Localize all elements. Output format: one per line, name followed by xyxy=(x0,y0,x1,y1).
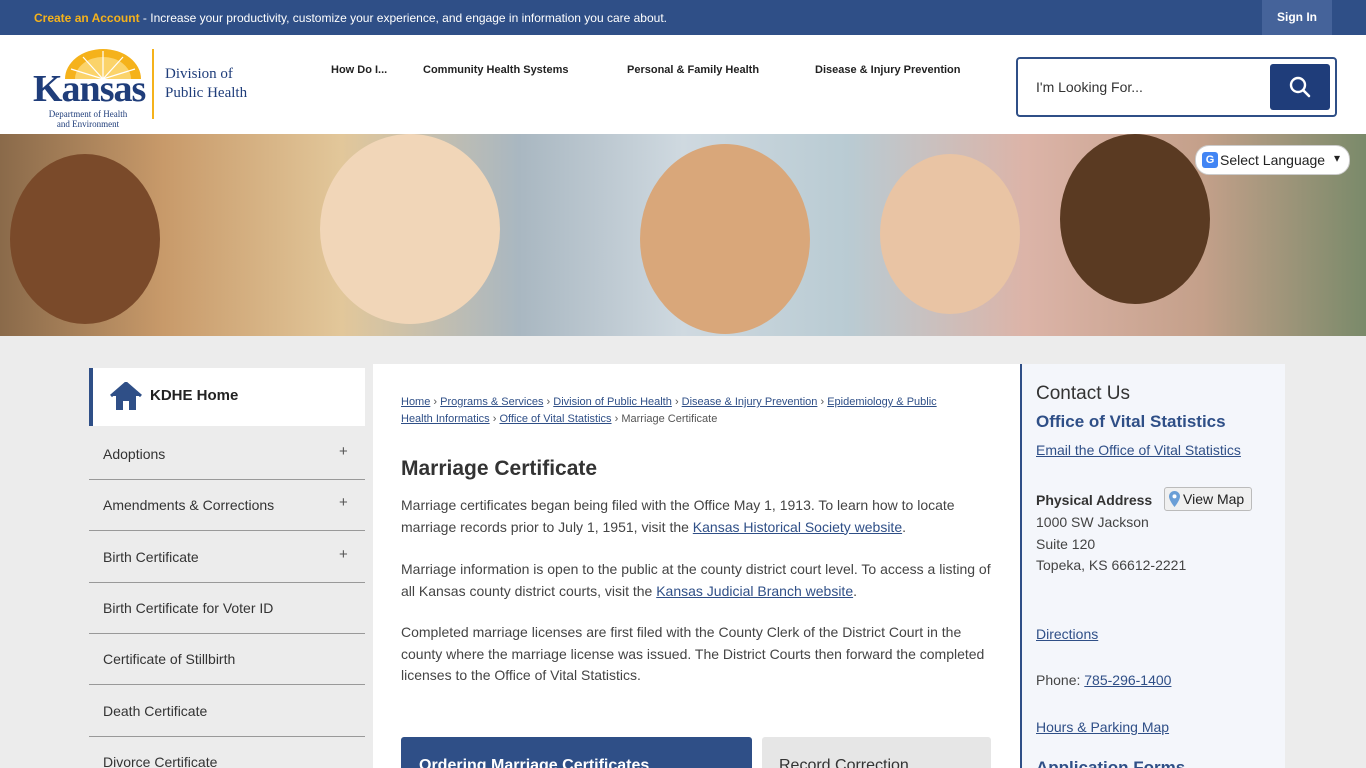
address-line2: Suite 120 xyxy=(1036,536,1096,552)
language-selector-label: Select Language xyxy=(1220,152,1326,168)
breadcrumb-home[interactable]: Home xyxy=(401,396,430,408)
paragraph-public-access: Marriage information is open to the publ… xyxy=(401,559,996,602)
nav-community-health-systems[interactable]: Community Health Systems xyxy=(423,64,568,76)
map-pin-icon xyxy=(1169,491,1180,507)
breadcrumb-separator: › xyxy=(433,396,438,408)
application-forms-heading: Application Forms xyxy=(1036,758,1186,768)
sidebar-item-kdhe-home[interactable]: KDHE Home xyxy=(89,368,365,426)
phone-line: Phone: 785-296-1400 xyxy=(1036,672,1171,688)
hero-child-4 xyxy=(880,154,1020,314)
phone-label: Phone: xyxy=(1036,672,1085,688)
tab-record-correction[interactable]: Record Correction xyxy=(762,737,991,768)
language-selector[interactable]: G Select Language ▾ xyxy=(1195,145,1350,175)
breadcrumb: Home › Programs & Services › Division of… xyxy=(401,394,961,428)
sidebar-item-birth-certificate-voter-id[interactable]: Birth Certificate for Voter ID xyxy=(89,583,365,634)
physical-address-label: Physical Address xyxy=(1036,492,1153,508)
search-button[interactable] xyxy=(1270,64,1330,110)
email-office-link[interactable]: Email the Office of Vital Statistics xyxy=(1036,442,1241,458)
sidebar-item-birth-certificate[interactable]: Birth Certificate + xyxy=(89,532,365,583)
sidebar-item-label: Divorce Certificate xyxy=(103,754,218,768)
breadcrumb-office-vital-statistics[interactable]: Office of Vital Statistics xyxy=(499,413,611,425)
site-header: Kansas Department of Health and Environm… xyxy=(0,35,1366,134)
sidebar-item-label: Birth Certificate xyxy=(103,549,199,565)
nav-personal-family-health[interactable]: Personal & Family Health xyxy=(627,64,759,76)
tab-label: Ordering Marriage Certificates xyxy=(419,757,650,768)
nav-how-do-i[interactable]: How Do I... xyxy=(331,64,387,76)
create-account-link[interactable]: Create an Account xyxy=(34,11,140,25)
kdhe-logo[interactable]: Kansas Department of Health and Environm… xyxy=(33,47,263,129)
address-line1: 1000 SW Jackson xyxy=(1036,514,1149,530)
main-content: Home › Programs & Services › Division of… xyxy=(373,364,1020,768)
search-box xyxy=(1016,57,1337,117)
tab-label: Record Correction xyxy=(779,757,909,768)
chevron-down-icon: ▾ xyxy=(1334,151,1341,165)
sidebar-item-divorce-certificate[interactable]: Divorce Certificate xyxy=(89,737,365,768)
breadcrumb-division-public-health[interactable]: Division of Public Health xyxy=(553,396,672,408)
paragraph-history: Marriage certificates began being filed … xyxy=(401,495,996,538)
breadcrumb-separator: › xyxy=(614,413,619,425)
sidebar-item-label: Certificate of Stillbirth xyxy=(103,651,236,667)
sidebar-item-label: Amendments & Corrections xyxy=(103,497,275,513)
logo-department: Department of Health and Environment xyxy=(48,109,128,129)
sidebar-item-certificate-of-stillbirth[interactable]: Certificate of Stillbirth xyxy=(89,634,365,685)
sidebar-item-adoptions[interactable]: Adoptions + xyxy=(89,429,365,480)
hours-parking-map-link[interactable]: Hours & Parking Map xyxy=(1036,719,1169,735)
view-map-button[interactable]: View Map xyxy=(1164,487,1252,511)
google-translate-icon: G xyxy=(1202,152,1218,168)
hero-child-2 xyxy=(320,134,500,324)
contact-org-name: Office of Vital Statistics xyxy=(1036,412,1226,431)
top-account-bar: Create an Account - Increase your produc… xyxy=(0,0,1366,35)
breadcrumb-separator: › xyxy=(820,396,825,408)
page-title: Marriage Certificate xyxy=(401,457,598,480)
hero-banner-image xyxy=(0,134,1366,336)
expand-icon[interactable]: + xyxy=(339,546,348,563)
breadcrumb-separator: › xyxy=(674,396,679,408)
nav-disease-injury-prevention[interactable]: Disease & Injury Prevention xyxy=(815,64,961,76)
address-line3: Topeka, KS 66612-2221 xyxy=(1036,557,1187,573)
paragraph-filing: Completed marriage licenses are first fi… xyxy=(401,624,985,683)
contact-panel: Contact Us Office of Vital Statistics Em… xyxy=(1020,364,1285,768)
hero-child-5 xyxy=(1060,134,1210,304)
sidebar-item-label: Death Certificate xyxy=(103,703,208,719)
hero-child-1 xyxy=(10,154,160,324)
logo-divider xyxy=(152,49,154,119)
home-icon xyxy=(110,382,142,410)
expand-icon[interactable]: + xyxy=(339,443,348,460)
directions-link[interactable]: Directions xyxy=(1036,626,1098,642)
phone-link[interactable]: 785-296-1400 xyxy=(1084,672,1171,688)
logo-state-name: Kansas xyxy=(33,68,146,110)
paragraph-end: . xyxy=(853,582,857,599)
search-input[interactable] xyxy=(1036,73,1266,101)
kansas-historical-society-link[interactable]: Kansas Historical Society website xyxy=(693,519,902,535)
breadcrumb-separator: › xyxy=(546,396,551,408)
breadcrumb-disease-injury-prevention[interactable]: Disease & Injury Prevention xyxy=(682,396,818,408)
tab-ordering-marriage-certificates[interactable]: Ordering Marriage Certificates xyxy=(401,737,752,768)
search-icon xyxy=(1289,76,1311,98)
sidebar-item-death-certificate[interactable]: Death Certificate xyxy=(89,686,365,737)
account-message: Create an Account - Increase your produc… xyxy=(34,11,667,25)
logo-division-line1: Division of xyxy=(165,66,233,82)
sidebar-item-amendments-corrections[interactable]: Amendments & Corrections + xyxy=(89,480,365,531)
sidebar-home-label: KDHE Home xyxy=(150,387,239,404)
expand-icon[interactable]: + xyxy=(339,494,348,511)
hero-child-3 xyxy=(640,144,810,334)
breadcrumb-separator: › xyxy=(492,413,497,425)
kansas-judicial-branch-link[interactable]: Kansas Judicial Branch website xyxy=(656,583,853,599)
logo-division: Division of Public Health xyxy=(165,65,247,103)
contact-heading: Contact Us xyxy=(1036,383,1130,404)
logo-division-line2: Public Health xyxy=(165,85,248,101)
sign-in-button[interactable]: Sign In xyxy=(1262,0,1332,35)
breadcrumb-programs-services[interactable]: Programs & Services xyxy=(440,396,543,408)
sidebar-item-label: Birth Certificate for Voter ID xyxy=(103,600,274,616)
view-map-label: View Map xyxy=(1183,491,1245,507)
paragraph-end: . xyxy=(902,518,906,535)
account-promo-text: - Increase your productivity, customize … xyxy=(139,11,667,25)
sidebar-item-label: Adoptions xyxy=(103,446,166,462)
breadcrumb-current: Marriage Certificate xyxy=(621,413,718,425)
